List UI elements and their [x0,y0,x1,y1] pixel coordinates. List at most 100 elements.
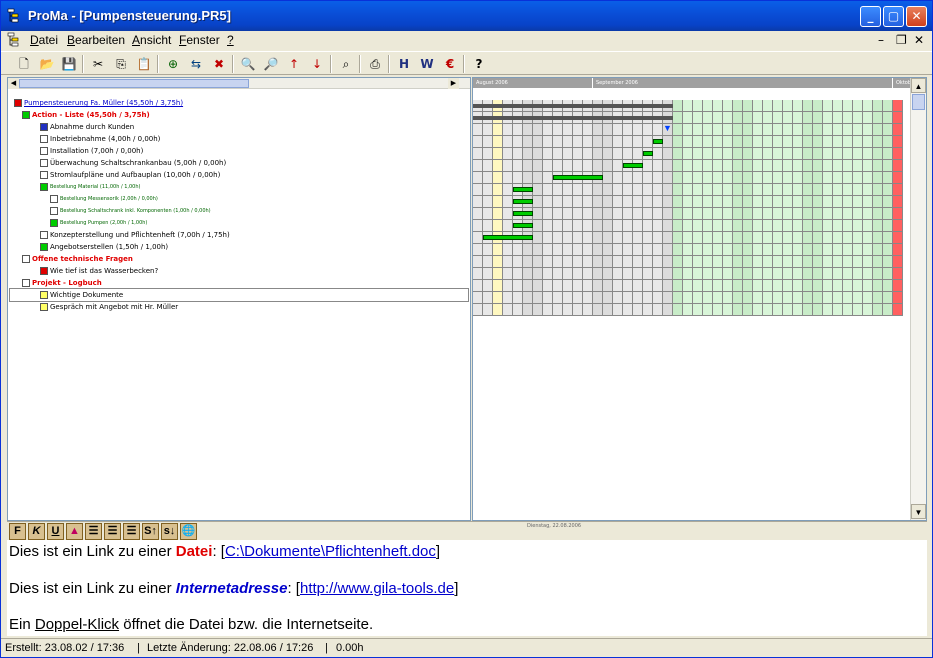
align-center-icon[interactable]: ☰ [104,523,121,540]
close-button[interactable]: ✕ [906,6,927,27]
tree-item[interactable]: Wie tief ist das Wasserbecken? [40,265,158,277]
gantt-cell [603,184,613,196]
delete-item-icon[interactable]: ✖ [210,55,228,73]
gantt-cell [783,112,793,124]
font-larger-button[interactable]: S↑ [142,523,159,540]
gantt-chart[interactable]: August 2006 September 2006 Oktob ▼ ▲ ▼ [472,77,927,521]
sort-asc-icon[interactable]: ↑ [285,55,303,73]
tree-item[interactable]: Pumpensteuerung Fa. Müller (45,50h / 3,7… [14,97,183,109]
gantt-cell [873,148,883,160]
gantt-task-bar[interactable] [483,235,533,240]
sort-desc-icon[interactable]: ↓ [308,55,326,73]
save-icon[interactable]: 💾 [60,55,78,73]
gantt-cell [773,100,783,112]
open-folder-icon[interactable]: 📂 [38,55,56,73]
gantt-cell [893,148,903,160]
title-bar[interactable]: ProMa - [Pumpensteuerung.PR5] _ ▢ ✕ [1,1,932,31]
gantt-task-bar[interactable] [513,199,533,204]
gantt-task-bar[interactable] [623,163,643,168]
tree-item[interactable]: Inbetriebnahme (4,00h / 0,00h) [40,133,160,145]
file-link[interactable]: C:\Dokumente\Pflichtenheft.doc [225,543,436,560]
gantt-summary-bar[interactable] [473,104,673,108]
tree-item[interactable]: Abnahme durch Kunden [40,121,134,133]
menu-fenster[interactable]: Fenster [179,33,220,47]
bold-button[interactable]: F [9,523,26,540]
align-right-icon[interactable]: ☰ [123,523,140,540]
add-item-icon[interactable]: ⊕ [164,55,182,73]
project-tree[interactable]: ◀ ▶ Pumpensteuerung Fa. Müller (45,50h /… [7,77,471,521]
tree-item[interactable]: Angebotserstellen (1,50h / 1,00h) [40,241,168,253]
menu-ansicht[interactable]: Ansicht [132,33,171,47]
document-icon[interactable] [7,32,23,48]
gantt-vertical-scrollbar[interactable]: ▲ ▼ [910,78,926,520]
new-file-icon[interactable]: 🗋 [15,55,33,73]
tree-item[interactable]: Stromlaufpläne und Aufbauplan (10,00h / … [40,169,220,181]
tree-item[interactable]: Bestellung Pumpen (2,00h / 1,00h) [50,217,147,229]
tree-item[interactable]: Gespräch mit Angebot mit Hr. Müller [40,301,178,313]
maximize-button[interactable]: ▢ [883,6,904,27]
tree-item[interactable]: Bestellung Schaltschrank inkl. Komponent… [50,205,211,217]
tree-horizontal-scrollbar[interactable]: ◀ ▶ [8,78,470,89]
tree-item[interactable]: Überwachung Schaltschrankanbau (5,00h / … [40,157,226,169]
gantt-cell [773,148,783,160]
align-left-icon[interactable]: ☰ [85,523,102,540]
paste-icon[interactable]: 📋 [135,55,153,73]
scroll-up-icon[interactable]: ▲ [911,78,926,93]
gantt-task-bar[interactable] [513,223,533,228]
cut-icon[interactable]: ✂ [89,55,107,73]
tree-item[interactable]: Projekt - Logbuch [22,277,102,289]
milestone-icon[interactable]: ▼ [663,123,672,133]
menu-bearbeiten[interactable]: Bearbeiten [67,33,125,47]
gantt-task-bar[interactable] [513,187,533,192]
gantt-task-bar[interactable] [513,211,533,216]
tree-item[interactable]: Offene technische Fragen [22,253,133,265]
tree-item[interactable]: Bestellung Messensorik (2,00h / 0,00h) [50,193,158,205]
mdi-restore-icon[interactable]: ❐ [896,33,907,47]
mdi-close-icon[interactable]: ✕ [914,33,924,47]
gantt-cell [513,148,523,160]
zoom-out-icon[interactable]: 🔎 [262,55,280,73]
text-color-icon[interactable]: ▲ [66,523,83,540]
gantt-cell [733,280,743,292]
zoom-in-icon[interactable]: 🔍 [239,55,257,73]
help-icon[interactable]: ? [470,55,488,73]
scroll-down-icon[interactable]: ▼ [911,504,926,519]
gantt-cell [873,256,883,268]
minimize-button[interactable]: _ [860,6,881,27]
mdi-minimize-icon[interactable]: – [878,33,884,47]
search-icon[interactable]: ⌕ [337,55,355,73]
gantt-task-bar[interactable] [653,139,663,144]
gantt-cell [823,160,833,172]
gantt-summary-bar[interactable] [473,116,673,120]
month-label: September 2006 [593,78,893,88]
tree-item[interactable]: Installation (7,00h / 0,00h) [40,145,143,157]
gantt-cell [653,172,663,184]
scroll-thumb[interactable] [19,79,249,88]
scroll-right-icon[interactable]: ▶ [448,78,459,89]
font-smaller-button[interactable]: s↓ [161,523,178,540]
insert-link-icon[interactable]: 🌐 [180,523,197,540]
tree-item[interactable]: Bestellung Material (11,00h / 1,00h) [40,181,140,193]
italic-button[interactable]: K [28,523,45,540]
web-link[interactable]: http://www.gila-tools.de [300,580,454,597]
tree-item[interactable]: Action - Liste (45,50h / 3,75h) [22,109,150,121]
gantt-task-bar[interactable] [553,175,603,180]
underline-button[interactable]: U [47,523,64,540]
scroll-thumb[interactable] [912,94,925,110]
export-doc-icon[interactable]: W [418,55,436,73]
gantt-cell [553,280,563,292]
tree-item[interactable]: Konzepterstellung und Pflichtenheft (7,0… [40,229,230,241]
gantt-task-bar[interactable] [643,151,653,156]
gantt-cell [823,148,833,160]
notes-editor[interactable]: Dies ist ein Link zu einer Datei: [C:\Do… [7,540,927,636]
print-icon[interactable]: ⎙ [366,55,384,73]
gantt-cell [873,112,883,124]
copy-icon[interactable]: ⎘ [112,55,130,73]
export-html-icon[interactable]: H [395,55,413,73]
insert-item-icon[interactable]: ⇆ [187,55,205,73]
menu-datei[interactable]: Datei [30,33,58,47]
scroll-left-icon[interactable]: ◀ [8,78,19,89]
euro-icon[interactable]: € [441,55,459,73]
menu-help[interactable]: ? [227,33,234,47]
tree-item[interactable]: Wichtige Dokumente [9,288,469,302]
